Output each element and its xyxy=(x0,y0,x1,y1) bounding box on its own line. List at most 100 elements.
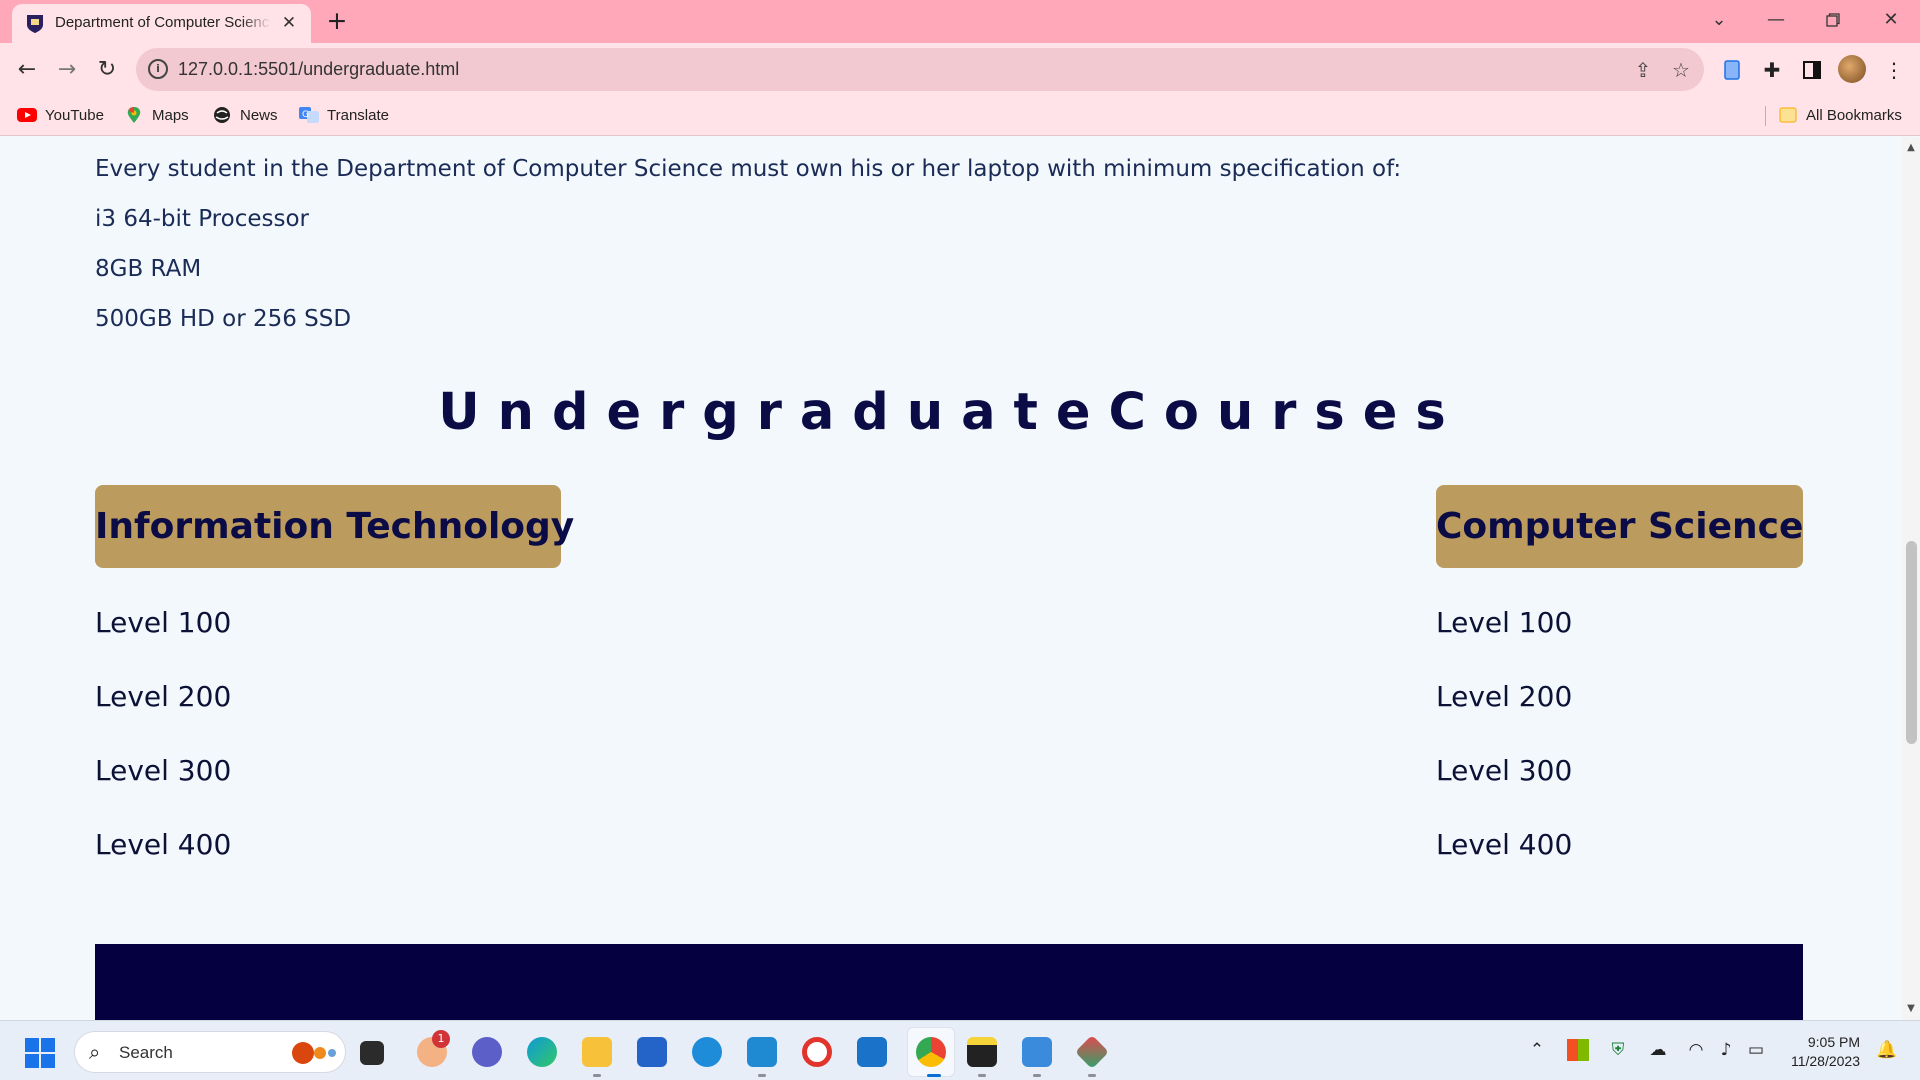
svg-text:G: G xyxy=(302,110,309,120)
windows-logo-tile xyxy=(25,1038,39,1052)
windows-logo-tile xyxy=(25,1054,39,1068)
security-shield-icon[interactable]: ⛨ xyxy=(1607,1039,1629,1061)
git-tool-icon[interactable] xyxy=(1075,1035,1109,1069)
notification-center-icon[interactable]: 🔔 xyxy=(1876,1039,1898,1061)
side-panel-glyph xyxy=(1803,61,1821,79)
new-tab-button[interactable]: + xyxy=(324,8,350,34)
address-bar[interactable]: i 127.0.0.1:5501/undergraduate.html ⇪ ☆ xyxy=(136,48,1704,91)
microsoft-store-icon[interactable] xyxy=(637,1037,667,1067)
tab-search-icon[interactable]: ⌄ xyxy=(1699,6,1739,34)
running-indicator xyxy=(978,1074,986,1077)
clock-date: 11/28/2023 xyxy=(1790,1053,1860,1069)
more-menu-icon[interactable]: ⋮ xyxy=(1879,55,1909,85)
side-panel-icon[interactable] xyxy=(1797,55,1827,85)
vscode-icon[interactable] xyxy=(747,1037,777,1067)
volume-icon[interactable]: ♪ xyxy=(1715,1039,1737,1061)
browser-toolbar: ← → ↻ i 127.0.0.1:5501/undergraduate.htm… xyxy=(0,43,1920,96)
bookmark-label: Maps xyxy=(152,107,189,124)
taskbar: ⌕ Search 1 ⌃ ⛨ ☁ ◠ ♪ ▭ 9:05 PM 11/28/202… xyxy=(0,1020,1920,1080)
scrollbar-thumb[interactable] xyxy=(1906,541,1917,744)
show-hidden-icons-icon[interactable]: ⌃ xyxy=(1526,1039,1548,1061)
file-explorer-icon[interactable] xyxy=(582,1037,612,1067)
active-indicator xyxy=(927,1074,941,1077)
university-crest-icon xyxy=(27,15,43,33)
running-indicator xyxy=(1033,1074,1041,1077)
search-highlight-icon xyxy=(292,1042,336,1064)
remote-desktop-icon[interactable] xyxy=(857,1037,887,1067)
scroll-up-icon[interactable]: ▲ xyxy=(1902,139,1920,157)
running-indicator xyxy=(593,1074,601,1077)
close-window-button[interactable]: ✕ xyxy=(1871,6,1911,34)
bookmark-youtube[interactable]: YouTube xyxy=(17,105,104,127)
office-tray-icon[interactable] xyxy=(1567,1039,1589,1061)
opera-browser-icon[interactable] xyxy=(802,1037,832,1067)
bookmarks-bar: YouTube Maps News G Translate All Bookma… xyxy=(0,96,1920,136)
maps-icon xyxy=(127,107,141,124)
bookmarks-divider xyxy=(1765,106,1766,126)
laptop-requirement-text: Every student in the Department of Compu… xyxy=(95,156,1402,182)
bookmark-maps[interactable]: Maps xyxy=(124,105,189,127)
it-level-400[interactable]: Level 400 xyxy=(95,828,231,861)
help-app-icon[interactable] xyxy=(692,1037,722,1067)
reload-button[interactable]: ↻ xyxy=(90,53,124,87)
onedrive-icon[interactable]: ☁ xyxy=(1647,1039,1669,1061)
clock-time: 9:05 PM xyxy=(1807,1034,1860,1050)
chrome-icon[interactable] xyxy=(916,1037,946,1067)
search-label: Search xyxy=(119,1043,173,1062)
close-tab-icon[interactable]: ✕ xyxy=(280,14,298,32)
bookmark-label: Translate xyxy=(327,107,389,124)
wifi-icon[interactable]: ◠ xyxy=(1685,1039,1707,1061)
extensions-icon[interactable]: ✚ xyxy=(1757,55,1787,85)
bookmark-translate[interactable]: G Translate xyxy=(299,105,389,127)
tab-strip: Department of Computer Science ✕ + ⌄ — ✕ xyxy=(0,0,1920,43)
program-heading-cs[interactable]: Computer Science xyxy=(1436,485,1803,568)
minimize-button[interactable]: — xyxy=(1756,6,1796,34)
scroll-down-icon[interactable]: ▼ xyxy=(1902,1000,1920,1018)
site-info-icon[interactable]: i xyxy=(148,59,168,79)
program-heading-it[interactable]: Information Technology xyxy=(95,485,574,568)
running-indicator xyxy=(758,1074,766,1077)
start-button[interactable] xyxy=(25,1038,55,1068)
url-text[interactable]: 127.0.0.1:5501/undergraduate.html xyxy=(178,59,459,80)
windows-logo-tile xyxy=(41,1038,55,1052)
cs-level-300[interactable]: Level 300 xyxy=(1436,754,1572,787)
footer-band xyxy=(95,944,1803,1020)
spec-storage: 500GB HD or 256 SSD xyxy=(95,306,352,332)
windows-logo-tile xyxy=(41,1054,55,1068)
it-level-200[interactable]: Level 200 xyxy=(95,680,231,713)
cs-level-400[interactable]: Level 400 xyxy=(1436,828,1572,861)
sticky-notes-icon[interactable] xyxy=(967,1037,997,1067)
edge-browser-icon[interactable] xyxy=(527,1037,557,1067)
back-button[interactable]: ← xyxy=(10,53,44,87)
profile-avatar[interactable] xyxy=(1838,55,1866,83)
tab-title: Department of Computer Science xyxy=(55,14,271,31)
it-level-100[interactable]: Level 100 xyxy=(95,606,231,639)
teams-chat-icon[interactable] xyxy=(472,1037,502,1067)
browser-tab[interactable]: Department of Computer Science ✕ xyxy=(12,4,311,43)
share-icon[interactable]: ⇪ xyxy=(1629,56,1657,84)
reading-list-icon[interactable] xyxy=(1717,55,1747,85)
battery-icon[interactable]: ▭ xyxy=(1745,1039,1767,1061)
folder-icon xyxy=(1779,107,1797,123)
restore-icon xyxy=(1826,13,1840,27)
notification-badge: 1 xyxy=(432,1030,450,1048)
all-bookmarks-button[interactable]: All Bookmarks xyxy=(1778,105,1902,127)
section-title: UndergraduateCourses xyxy=(438,383,1464,442)
cs-level-200[interactable]: Level 200 xyxy=(1436,680,1572,713)
page-scrollbar[interactable]: ▲ ▼ xyxy=(1902,137,1920,1020)
cs-level-100[interactable]: Level 100 xyxy=(1436,606,1572,639)
it-level-300[interactable]: Level 300 xyxy=(95,754,231,787)
system-clock[interactable]: 9:05 PM 11/28/2023 xyxy=(1780,1033,1860,1071)
bookmark-star-icon[interactable]: ☆ xyxy=(1667,56,1695,84)
taskbar-search[interactable]: ⌕ Search xyxy=(74,1031,346,1073)
spec-ram: 8GB RAM xyxy=(95,256,202,282)
task-view-icon[interactable] xyxy=(360,1041,384,1065)
bookmark-news[interactable]: News xyxy=(212,105,278,127)
bookmark-label: News xyxy=(240,107,278,124)
notepad-icon[interactable] xyxy=(1022,1037,1052,1067)
forward-button[interactable]: → xyxy=(50,53,84,87)
restore-button[interactable] xyxy=(1813,6,1853,34)
phone-icon xyxy=(1724,60,1740,80)
search-icon: ⌕ xyxy=(89,1040,101,1064)
all-bookmarks-label: All Bookmarks xyxy=(1806,107,1902,124)
